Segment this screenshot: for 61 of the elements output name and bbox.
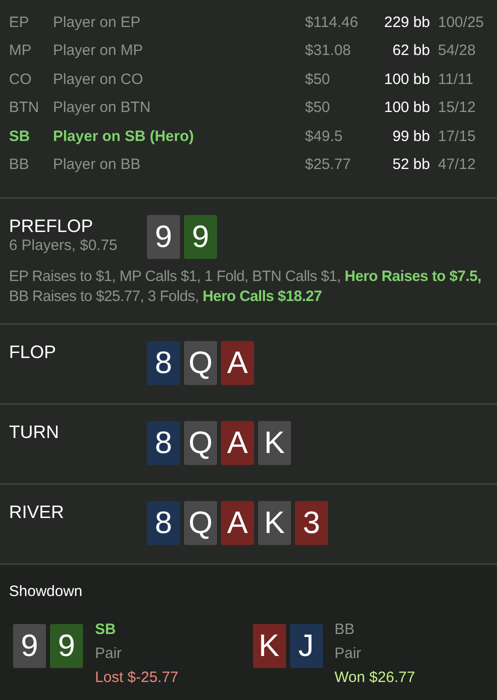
hand-rank: Pair xyxy=(95,644,123,664)
playing-card: K xyxy=(258,501,291,545)
player-stats: 100/25 xyxy=(438,14,484,31)
player-name: Player on SB (Hero) xyxy=(53,128,194,145)
stack-bb: 99 bb xyxy=(392,128,430,145)
player-stats: 11/11 xyxy=(438,70,474,88)
street-name: RIVER xyxy=(9,501,66,523)
player-name: Player on MP xyxy=(53,42,144,60)
position-label: BTN xyxy=(9,99,39,116)
playing-card: Q xyxy=(184,501,217,545)
playing-card: K xyxy=(258,421,291,465)
position-label: CO xyxy=(9,70,32,88)
stack-amount: $31.08 xyxy=(305,42,351,60)
position-label: SB xyxy=(95,620,117,640)
stack-bb: 62 bb xyxy=(392,42,430,60)
stack-amount: $50 xyxy=(305,70,330,88)
stack-bb: 100 bb xyxy=(384,99,430,116)
hand-rank: Pair xyxy=(334,644,362,664)
player-name: Player on CO xyxy=(53,70,144,88)
playing-card: Q xyxy=(184,421,217,465)
playing-card: A xyxy=(221,421,254,465)
playing-card: Q xyxy=(184,341,217,385)
player-name: Player on BB xyxy=(53,156,141,174)
position-label: BB xyxy=(334,620,356,640)
street-name: FLOP xyxy=(9,341,58,363)
street-name: TURN xyxy=(9,421,60,443)
showdown-title: Showdown xyxy=(9,583,84,600)
player-stats: 15/12 xyxy=(438,99,476,116)
stack-amount: $50 xyxy=(305,99,330,116)
playing-card: A xyxy=(221,341,254,385)
playing-card: 9 xyxy=(184,215,217,259)
position-label: EP xyxy=(9,14,30,31)
playing-card: J xyxy=(290,624,322,668)
playing-card: 9 xyxy=(13,624,46,668)
playing-card: K xyxy=(252,624,286,668)
playing-card: 8 xyxy=(147,341,180,385)
stack-bb: 52 bb xyxy=(392,156,430,174)
player-name: Player on EP xyxy=(53,14,141,31)
hand-result: Won $26.77 xyxy=(334,668,416,688)
position-label: MP xyxy=(9,42,32,60)
action-summary: EP Raises to $1, MP Calls $1, 1 Fold, BTN Calls $1, Hero Raises to $7.5, BB Raises to $25.77, 3 Folds, Hero Calls $18.27 xyxy=(9,267,482,307)
playing-card: 9 xyxy=(147,215,180,259)
player-stats: 17/15 xyxy=(438,128,476,145)
stack-bb: 100 bb xyxy=(384,70,430,88)
player-stats: 47/12 xyxy=(438,156,476,174)
playing-card: 8 xyxy=(147,501,180,545)
playing-card: 3 xyxy=(295,501,328,545)
stack-amount: $114.46 xyxy=(305,14,358,31)
stack-bb: 229 bb xyxy=(384,14,430,31)
player-stats: 54/28 xyxy=(438,42,476,60)
hand-result: Lost $-25.77 xyxy=(95,668,178,688)
street-name: PREFLOP xyxy=(9,215,94,237)
player-name: Player on BTN xyxy=(53,99,151,116)
position-label: BB xyxy=(9,156,30,174)
stack-amount: $49.5 xyxy=(305,128,343,145)
playing-card: A xyxy=(221,501,254,545)
stack-amount: $25.77 xyxy=(305,156,351,174)
position-label: SB xyxy=(9,128,30,145)
playing-card: 9 xyxy=(50,624,83,668)
playing-card: 8 xyxy=(147,421,180,465)
street-info: 6 Players, $0.75 xyxy=(9,237,118,254)
